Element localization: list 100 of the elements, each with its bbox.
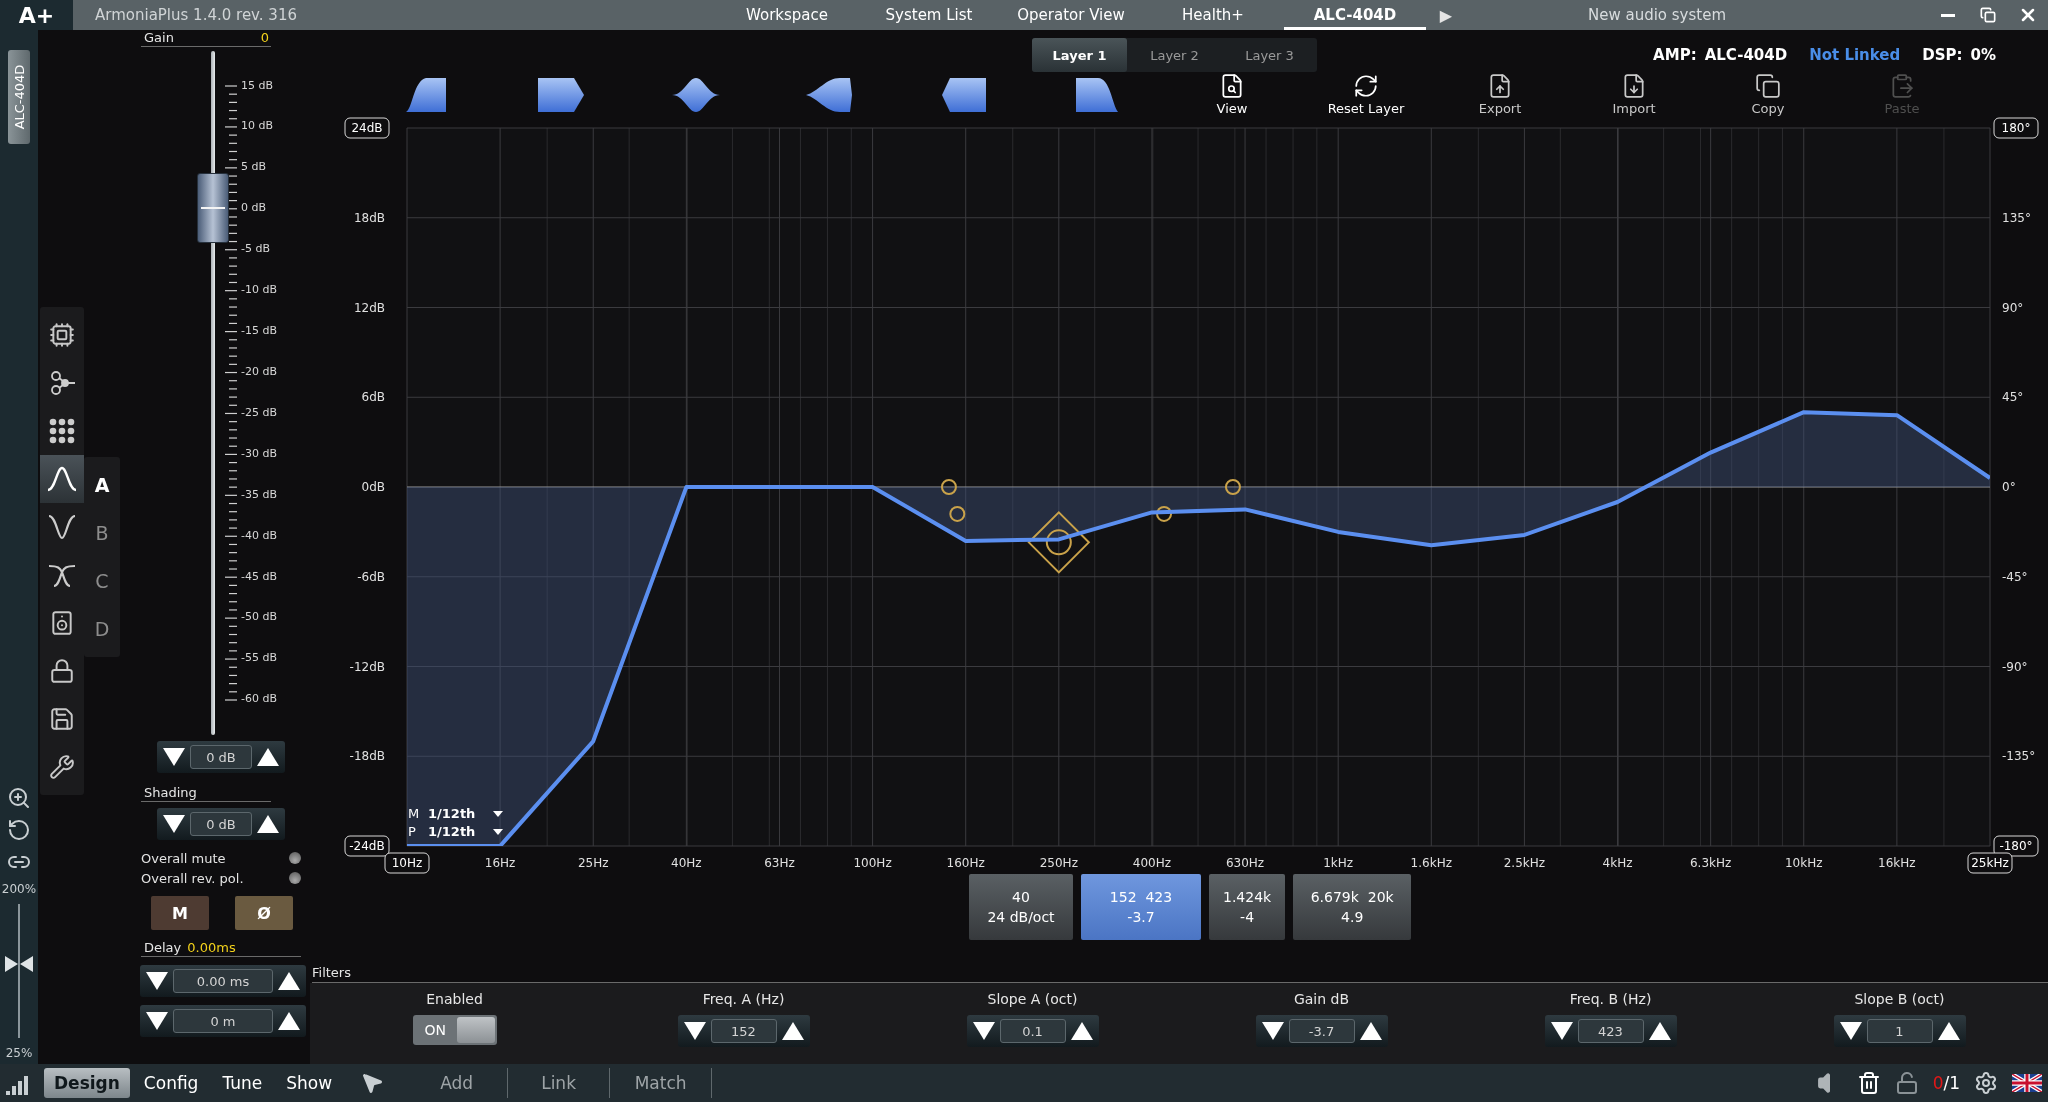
tool-button[interactable] (40, 455, 84, 503)
axis-label: -6dB (357, 570, 385, 585)
value-field[interactable]: 0 dB (190, 812, 252, 836)
axis-label: -18dB (349, 749, 385, 764)
toggle-label: Overall mute (141, 850, 226, 866)
action-button[interactable]: Match (610, 1068, 713, 1098)
gain-fader[interactable] (196, 51, 230, 735)
axis-label: 630Hz (1225, 856, 1265, 871)
shading-spinner[interactable]: 0 dB (157, 808, 285, 840)
channel-button[interactable]: C (84, 557, 120, 605)
system-name: New audio system (1586, 6, 1727, 24)
smoothing-dropdown[interactable]: 1/12th (428, 806, 504, 822)
value-field[interactable]: 152 (710, 1019, 777, 1044)
zoom-slider[interactable] (5, 904, 33, 1038)
zoom-max-label: 200% (1, 882, 37, 896)
filter-spinner[interactable]: 1 (1833, 1015, 1966, 1048)
status-led[interactable] (289, 852, 301, 864)
filter-handle[interactable] (940, 479, 957, 496)
up-triangle-icon (277, 971, 301, 991)
zoom-slider-thumb[interactable] (5, 955, 33, 972)
mode-tab[interactable]: Design (44, 1068, 130, 1098)
polarity-button[interactable]: Ø (235, 896, 293, 930)
up-triangle-icon (780, 1021, 805, 1042)
mute-button[interactable]: M (151, 896, 209, 930)
value-field[interactable]: -3.7 (1288, 1019, 1355, 1044)
gain-label: Gain (144, 30, 174, 45)
nav-tab[interactable]: Operator View (1000, 0, 1142, 30)
filter-param-label: Gain dB (1293, 991, 1350, 1008)
action-button[interactable]: Add (406, 1068, 509, 1098)
value-field[interactable]: 0.1 (999, 1019, 1066, 1044)
channel-button[interactable]: D (84, 605, 120, 653)
axis-label: 12dB (353, 300, 385, 315)
mode-tab[interactable]: Tune (212, 1068, 273, 1098)
nodes-icon (48, 369, 76, 397)
axis-label: 4kHz (1602, 856, 1633, 871)
mode-tab[interactable]: Config (133, 1068, 209, 1098)
nav-tab[interactable]: Health+ (1142, 0, 1284, 30)
axis-end-label: 10Hz (384, 852, 430, 874)
on-off-switch[interactable]: ON (412, 1015, 497, 1046)
file-up-icon (1487, 73, 1513, 100)
device-tab[interactable]: ALC-404D (8, 50, 30, 144)
filter-handle[interactable] (1156, 506, 1173, 523)
axis-label: -135° (2002, 749, 2036, 764)
axis-label: -90° (2002, 659, 2028, 674)
axis-label: 400Hz (1132, 856, 1172, 871)
flag-icon[interactable] (2012, 1074, 2042, 1092)
tools-icon (49, 754, 75, 780)
fader-scale-label: -30 dB (241, 445, 277, 462)
caret-icon (493, 810, 504, 817)
axis-end-label: -24dB (344, 835, 390, 857)
toolbar-button[interactable]: Copy (1713, 69, 1823, 118)
nav-tab[interactable]: ALC-404D (1284, 0, 1426, 30)
filter-handle[interactable] (1224, 479, 1241, 496)
bell-curve-icon (47, 466, 77, 492)
up-triangle-icon (256, 747, 280, 767)
filter-handle[interactable] (949, 506, 966, 523)
fader-thumb[interactable] (197, 173, 229, 244)
axis-label: 63Hz (764, 856, 795, 871)
status-led[interactable] (289, 872, 301, 884)
action-button[interactable]: Link (508, 1068, 611, 1098)
delay-spinner[interactable]: 0 m (140, 1005, 306, 1037)
value-field[interactable]: 0.00 ms (173, 969, 273, 993)
trash-icon[interactable] (1856, 1071, 1881, 1095)
settings-icon[interactable] (1974, 1071, 1998, 1095)
play-button[interactable]: ▶ (1426, 4, 1466, 26)
refresh-icon (1353, 73, 1379, 100)
down-triangle-icon (1838, 1021, 1863, 1042)
filter-spinner[interactable]: -3.7 (1255, 1015, 1388, 1048)
mode-tab[interactable]: Show (276, 1068, 343, 1098)
filter-spinner[interactable]: 152 (677, 1015, 810, 1048)
axis-end-label: 24dB (344, 117, 390, 139)
value-field[interactable]: 0 dB (190, 745, 252, 769)
value-field[interactable]: 1 (1866, 1019, 1933, 1044)
delay-spinner[interactable]: 0.00 ms (140, 965, 306, 997)
nav-tab[interactable]: System List (858, 0, 1000, 30)
value-field[interactable]: 423 (1577, 1019, 1644, 1044)
channel-button[interactable]: B (84, 509, 120, 557)
toggle-label: Overall rev. pol. (141, 870, 244, 886)
up-triangle-icon (1358, 1021, 1383, 1042)
smoothing-dropdown[interactable]: 1/12th (428, 824, 504, 840)
channel-button[interactable]: A (84, 461, 120, 509)
delay-value: 0.00ms (187, 940, 236, 955)
filter-spinner[interactable]: 0.1 (966, 1015, 1099, 1048)
gain-spinner[interactable]: 0 dB (157, 741, 285, 773)
filter-button[interactable]: 6.679k 20k 4.9 (1293, 874, 1412, 941)
layer-tab[interactable]: Layer 1 (1032, 38, 1127, 73)
file-down-icon (1621, 73, 1647, 100)
filter-button[interactable]: 40 24 dB/oct (969, 874, 1073, 941)
nav-tab[interactable]: Workspace (716, 0, 858, 30)
toolbar-button[interactable]: Export (1445, 69, 1555, 118)
toolbar-button[interactable]: Import (1579, 69, 1689, 118)
value-field[interactable]: 0 m (173, 1009, 273, 1033)
filter-button[interactable]: 152 423 -3.7 (1081, 874, 1201, 941)
down-triangle-icon (1260, 1021, 1285, 1042)
filter-spinner[interactable]: 423 (1544, 1015, 1677, 1048)
axis-label: 25Hz (577, 856, 609, 871)
pointer-icon[interactable] (360, 1071, 385, 1095)
unlocked-icon[interactable] (1894, 1071, 1919, 1095)
selected-filter-handle[interactable] (1027, 511, 1091, 575)
filter-button[interactable]: 1.424k -4 (1209, 874, 1286, 941)
